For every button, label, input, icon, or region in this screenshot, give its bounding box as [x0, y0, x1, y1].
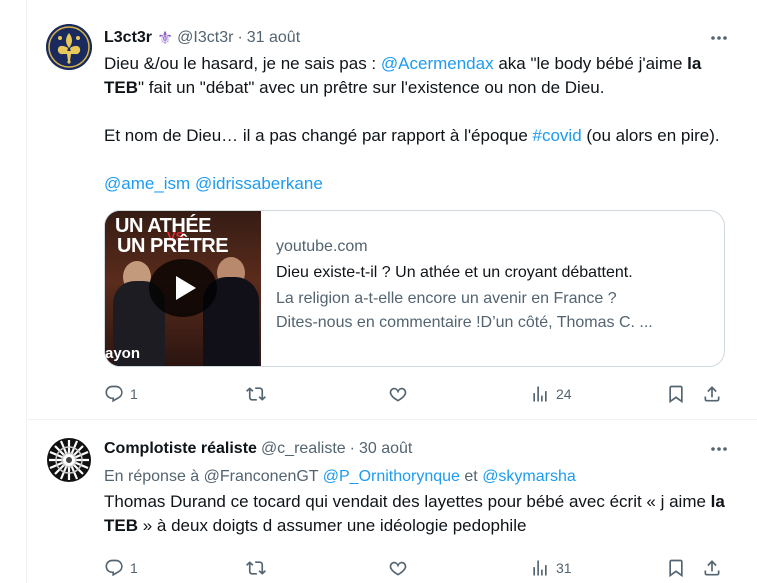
text-segment: Et nom de Dieu… il a pas changé par rapp… — [104, 126, 533, 145]
tweet-date[interactable]: 31 août — [247, 29, 300, 47]
thumbnail-title: UN PRÊTRE — [117, 235, 229, 257]
reply-to-handle[interactable]: @P_Ornithorynque — [323, 468, 460, 485]
views-icon — [533, 386, 547, 402]
bookmark-button[interactable] — [666, 382, 686, 406]
replying-to: En réponse à @FranconenGT @P_Ornithorynq… — [104, 466, 576, 488]
link-preview-card[interactable]: UN ATHÉE VS UN PRÊTRE ayon youtube.com D… — [104, 210, 725, 367]
tweet-text: Thomas Durand ce tocard qui vendait des … — [104, 490, 734, 538]
reply-button[interactable]: 1 — [104, 382, 138, 406]
bookmark-icon — [669, 559, 683, 578]
card-description-line: La religion a-t-elle encore un avenir en… — [276, 290, 617, 307]
card-title[interactable]: Dieu existe-t-il ? Un athée et un croyan… — [276, 261, 716, 285]
avatar[interactable] — [46, 437, 92, 483]
mention-link[interactable]: @Acermendax — [381, 54, 494, 73]
retweet-icon — [246, 561, 266, 575]
bookmark-button[interactable] — [666, 556, 686, 580]
card-description-line: Dites-nous en commentaire !D’un côté, Th… — [276, 314, 653, 331]
tweet-mentions: @ame_ism @idrissaberkane — [104, 172, 734, 196]
tweet-date[interactable]: 30 août — [359, 440, 412, 458]
reply-prefix: En réponse à — [104, 468, 204, 485]
reply-to-handle[interactable]: @FranconenGT — [204, 468, 319, 485]
share-icon — [704, 560, 720, 576]
hashtag-link[interactable]: #covid — [533, 126, 582, 145]
more-icon — [711, 36, 727, 40]
views-icon — [533, 560, 547, 576]
retweet-button[interactable] — [246, 382, 266, 406]
author-name[interactable]: Complotiste réaliste — [104, 440, 257, 458]
tweet-actions: 1 31 — [104, 556, 734, 580]
tweet-actions: 1 24 — [104, 382, 734, 406]
mention-link[interactable]: @idrissaberkane — [195, 174, 323, 193]
more-options-button[interactable] — [707, 26, 731, 50]
reply-icon — [105, 385, 123, 403]
share-icon — [704, 386, 720, 402]
views-count: 31 — [556, 560, 572, 576]
text-segment: Thomas Durand ce tocard qui vendait des … — [104, 492, 711, 511]
separator: · — [349, 440, 355, 457]
dartboard-avatar-icon — [47, 438, 91, 482]
author-name[interactable]: L3ct3r — [104, 29, 152, 47]
text-segment: Dieu &/ou le hasard, je ne sais pas : — [104, 54, 381, 73]
reply-icon — [105, 559, 123, 577]
text-segment: (ou alors en pire). — [581, 126, 720, 145]
author-handle[interactable]: @I3ct3r — [177, 29, 233, 47]
play-button[interactable] — [149, 259, 217, 317]
reply-count: 1 — [130, 560, 138, 576]
tweet-text-paragraph: Et nom de Dieu… il a pas changé par rapp… — [104, 124, 734, 148]
reply-and: et — [459, 468, 483, 485]
retweet-icon — [246, 387, 266, 401]
text-segment: aka "le body bébé j'aime — [493, 54, 688, 73]
views-count: 24 — [556, 386, 572, 402]
author-handle[interactable]: @c_realiste — [261, 440, 346, 458]
tweet-header: Complotiste réaliste @c_realiste · 30 ao… — [104, 438, 412, 460]
share-button[interactable] — [702, 556, 722, 580]
text-segment: » à deux doigts d assumer une idéologie … — [138, 516, 527, 535]
like-icon — [389, 387, 407, 402]
mention-link[interactable]: @ame_ism — [104, 174, 190, 193]
timeline-feed: L3ct3r ⚜ @I3ct3r · 31 août Dieu &/ou le … — [26, 0, 757, 583]
card-domain: youtube.com — [276, 238, 368, 255]
card-text: youtube.com Dieu existe-t-il ? Un athée … — [276, 235, 716, 335]
thumbnail-brand: ayon — [105, 345, 141, 362]
fleur-de-lis-avatar-icon — [46, 24, 92, 70]
share-button[interactable] — [702, 382, 722, 406]
text-segment: " fait un "débat" avec un prêtre sur l'e… — [138, 78, 605, 97]
fleur-de-lis-badge-icon: ⚜ — [157, 28, 174, 48]
bookmark-icon — [669, 385, 683, 404]
tweet-header: L3ct3r ⚜ @I3ct3r · 31 août — [104, 27, 300, 49]
card-description: La religion a-t-elle encore un avenir en… — [276, 287, 716, 335]
more-icon — [711, 447, 727, 451]
play-icon — [175, 276, 196, 300]
like-icon — [389, 561, 407, 576]
views-button[interactable]: 31 — [530, 556, 572, 580]
more-options-button[interactable] — [707, 437, 731, 461]
video-thumbnail[interactable]: UN ATHÉE VS UN PRÊTRE ayon — [105, 211, 261, 366]
tweet-text: Dieu &/ou le hasard, je ne sais pas : @A… — [104, 52, 734, 100]
reply-count: 1 — [130, 386, 138, 402]
retweet-button[interactable] — [246, 556, 266, 580]
like-button[interactable] — [388, 556, 408, 580]
reply-to-handle[interactable]: @skymarsha — [482, 468, 576, 485]
separator: · — [237, 29, 243, 46]
avatar[interactable] — [46, 24, 92, 70]
like-button[interactable] — [388, 382, 408, 406]
reply-button[interactable]: 1 — [104, 556, 138, 580]
views-button[interactable]: 24 — [530, 382, 572, 406]
